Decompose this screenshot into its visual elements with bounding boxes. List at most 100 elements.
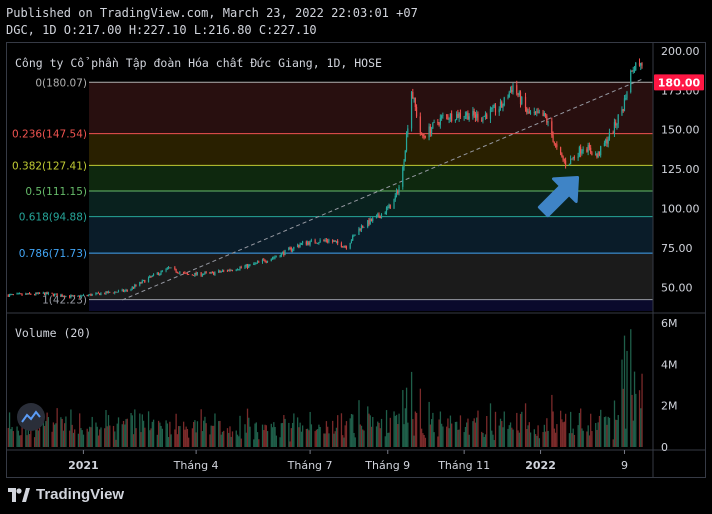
volume-bar: [238, 436, 240, 447]
candle-body: [317, 243, 319, 245]
candle-body: [559, 147, 562, 154]
volume-bar: [188, 437, 190, 447]
candle-body: [324, 240, 326, 241]
candle-body: [633, 69, 636, 71]
volume-bar: [547, 430, 549, 447]
candle-body: [482, 116, 484, 121]
fib-label: 0.382(127.41): [12, 160, 87, 172]
volume-bar: [379, 428, 381, 447]
chart-frame[interactable]: 0(180.07) 0.236(147.54) 0.382(127.41) 0.5(1…: [6, 42, 706, 478]
candle-body: [235, 270, 237, 271]
candle-body: [185, 272, 187, 274]
volume-bar: [333, 433, 335, 447]
volume-bar: [582, 430, 584, 447]
candle-body: [87, 294, 90, 296]
volume-bar: [459, 415, 462, 447]
candle-body: [147, 277, 150, 283]
candle-body: [343, 246, 345, 248]
last-price-tag[interactable]: 180.00: [654, 74, 704, 91]
volume-bar: [538, 438, 540, 447]
candle-body: [349, 243, 351, 249]
candle-body: [360, 225, 363, 230]
volume-bar: [343, 437, 345, 447]
candle-body: [179, 272, 181, 274]
candle-body: [264, 259, 266, 262]
volume-bar: [433, 432, 435, 447]
volume-bar: [463, 432, 465, 447]
candle-body: [458, 113, 460, 118]
candle-body: [509, 90, 512, 93]
volume-bar: [581, 428, 583, 447]
volume-bar: [112, 425, 115, 447]
volume-bar: [26, 435, 28, 447]
volume-bar: [33, 437, 36, 447]
volume-bar: [144, 427, 146, 447]
volume-bar: [205, 423, 207, 447]
fib-label: 0(180.07): [35, 77, 87, 89]
candle-body: [71, 295, 73, 297]
volume-bar: [71, 424, 73, 447]
candle-body: [231, 269, 234, 271]
candle-body: [36, 292, 38, 294]
candle-body: [97, 292, 100, 294]
volume-bar: [114, 431, 116, 447]
volume-bar: [288, 422, 290, 447]
candle-body: [447, 115, 449, 120]
volume-bar: [424, 437, 427, 447]
candle-body: [590, 147, 592, 153]
volume-bar: [62, 430, 65, 447]
volume-bar: [159, 422, 161, 447]
volume-bar: [298, 427, 300, 447]
candle-body: [362, 225, 364, 228]
volume-bar: [570, 411, 572, 447]
volume-bar: [484, 434, 487, 447]
volume-bar: [501, 421, 503, 447]
volume-bar: [258, 439, 260, 447]
candle-body: [244, 266, 246, 268]
candle-body: [492, 105, 494, 108]
volume-bar: [577, 425, 579, 447]
volume-bar: [362, 429, 364, 447]
volume-bar: [95, 422, 97, 447]
volume-bar: [410, 371, 413, 447]
volume-bar: [7, 427, 9, 447]
volume-bar: [299, 422, 301, 447]
candle-body: [55, 293, 57, 295]
chart-canvas[interactable]: 0(180.07) 0.236(147.54) 0.382(127.41) 0.5(1…: [7, 43, 705, 477]
volume-bar: [407, 422, 409, 447]
candle-body: [498, 108, 500, 113]
candle-body: [595, 154, 597, 156]
candle-body: [165, 268, 167, 271]
volume-bar: [580, 408, 582, 447]
candle-body: [641, 63, 643, 66]
volume-bar: [489, 403, 492, 447]
candle-body: [433, 122, 435, 124]
volume-bar: [47, 417, 50, 447]
candle-body: [35, 292, 37, 295]
candle-body: [26, 293, 28, 295]
candle-body: [45, 292, 47, 295]
candle-body: [617, 114, 619, 124]
candle-body: [274, 256, 276, 258]
volume-bar: [559, 410, 562, 447]
candle-body: [228, 269, 230, 271]
candle-body: [109, 291, 111, 293]
volume-bar: [52, 422, 55, 447]
candle-body: [280, 253, 282, 257]
candle-body: [456, 114, 458, 121]
candle-body: [502, 105, 504, 108]
volume-bar: [175, 413, 177, 447]
volume-bar: [106, 426, 108, 447]
candle-body: [333, 241, 335, 243]
volume-bar: [291, 422, 294, 447]
candle-body: [533, 111, 535, 113]
volume-bar: [38, 427, 41, 447]
candle-body: [27, 293, 29, 295]
candle-body: [489, 108, 492, 119]
candle-body: [188, 274, 190, 276]
tradingview-logo[interactable]: TradingView: [8, 486, 124, 503]
candle-body: [167, 267, 170, 269]
candle-body: [552, 135, 554, 143]
volume-label: Volume (20): [15, 326, 91, 340]
volume-bar: [613, 400, 616, 447]
